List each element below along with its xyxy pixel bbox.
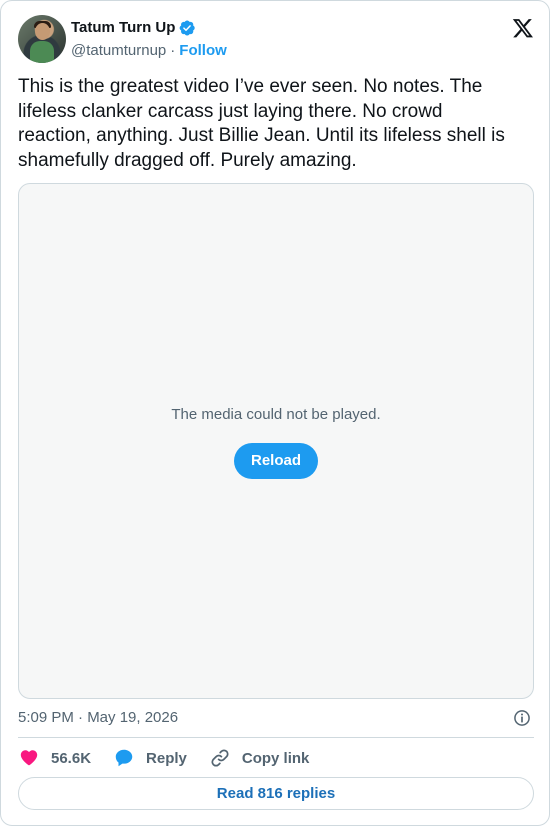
tweet-header: Tatum Turn Up @tatumturnup · Follow — [18, 15, 534, 63]
copy-link-label: Copy link — [241, 749, 310, 767]
tweet-embed-card: Tatum Turn Up @tatumturnup · Follow This… — [0, 0, 550, 826]
action-bar: 56.6K Reply Copy link — [18, 746, 331, 770]
heart-icon — [20, 750, 38, 766]
read-replies-button[interactable]: Read 816 replies — [18, 777, 534, 810]
reply-label: Reply — [146, 749, 187, 767]
reply-bubble-icon — [115, 749, 133, 767]
link-icon — [211, 749, 229, 767]
media-container: The media could not be played. Reload — [18, 183, 534, 699]
tweet-timestamp[interactable]: 5:09 PM · May 19, 2026 — [18, 708, 178, 728]
author-handle[interactable]: @tatumturnup — [71, 41, 166, 61]
reload-button[interactable]: Reload — [234, 443, 318, 479]
avatar[interactable] — [18, 15, 66, 63]
follow-link[interactable]: Follow — [179, 41, 227, 61]
info-icon[interactable] — [512, 708, 532, 728]
media-error-message: The media could not be played. — [171, 406, 381, 423]
divider — [18, 737, 534, 738]
reply-action[interactable]: Reply — [113, 747, 187, 769]
author-name-row: Tatum Turn Up — [71, 18, 196, 38]
copy-link-action[interactable]: Copy link — [209, 747, 310, 769]
verified-badge-icon — [180, 20, 196, 36]
author-handle-row: @tatumturnup · Follow — [71, 41, 227, 61]
x-logo-icon[interactable] — [512, 17, 534, 39]
tweet-text: This is the greatest video I’ve ever see… — [18, 76, 511, 171]
separator-dot: · — [170, 42, 176, 59]
likes-count: 56.6K — [51, 749, 92, 767]
like-action[interactable]: 56.6K — [18, 747, 91, 769]
author-name[interactable]: Tatum Turn Up — [71, 18, 175, 38]
